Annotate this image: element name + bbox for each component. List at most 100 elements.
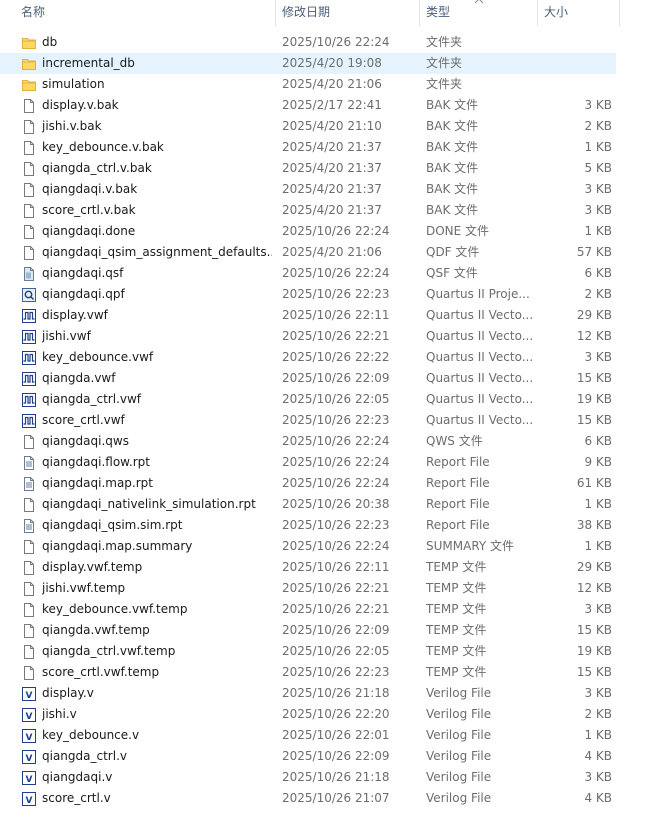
file-type: Verilog File xyxy=(426,707,492,721)
file-row[interactable]: key_debounce.vwf.temp 2025/10/26 22:21 TEM… xyxy=(0,599,616,620)
file-name: key_debounce.v.bak xyxy=(42,140,164,154)
file-name: incremental_db xyxy=(42,56,135,70)
file-type: QSF 文件 xyxy=(426,266,478,280)
file-size: 15 KB xyxy=(576,413,612,427)
file-name: display.v xyxy=(42,686,94,700)
file-date: 2025/10/26 22:21 xyxy=(282,581,390,595)
file-name: qiangda.vwf xyxy=(42,371,116,385)
file-size: 57 KB xyxy=(576,245,612,259)
verilog-icon: V xyxy=(21,749,37,765)
file-explorer: 名称 修改日期 类型 大小 db 2025/10/26 22:24 文件夹 incre… xyxy=(0,0,646,839)
file-row[interactable]: qiangdaqi.qpf 2025/10/26 22:23 Quartus II … xyxy=(0,284,616,305)
file-size: 1 KB xyxy=(584,140,612,154)
file-row[interactable]: key_debounce.vwf 2025/10/26 22:22 Quartus … xyxy=(0,347,616,368)
file-row[interactable]: Vqiangdaqi.v 2025/10/26 21:18 Verilog File… xyxy=(0,767,616,788)
file-date: 2025/10/26 22:23 xyxy=(282,287,390,301)
file-row[interactable]: qiangdaqi.map.summary 2025/10/26 22:24 SUM… xyxy=(0,536,616,557)
file-size: 1 KB xyxy=(584,497,612,511)
file-row[interactable]: Vqiangda_ctrl.v 2025/10/26 22:09 Verilog F… xyxy=(0,746,616,767)
file-date: 2025/10/26 22:21 xyxy=(282,329,390,343)
file-row[interactable]: qiangda_ctrl.v.bak 2025/4/20 21:37 BAK 文件 5… xyxy=(0,158,616,179)
column-header-date[interactable]: 修改日期 xyxy=(276,0,420,26)
file-row[interactable]: jishi.vwf.temp 2025/10/26 22:21 TEMP 文件 12 … xyxy=(0,578,616,599)
file-row[interactable]: display.v.bak 2025/2/17 22:41 BAK 文件 3 KB xyxy=(0,95,616,116)
file-row[interactable]: Vdisplay.v 2025/10/26 21:18 Verilog File 3 … xyxy=(0,683,616,704)
file-name: jishi.vwf.temp xyxy=(42,581,126,595)
file-icon xyxy=(21,602,37,618)
file-icon xyxy=(21,497,37,513)
file-row[interactable]: display.vwf.temp 2025/10/26 22:11 TEMP 文件 2… xyxy=(0,557,616,578)
file-type: Quartus II Vecto... xyxy=(426,308,534,322)
file-size: 3 KB xyxy=(584,770,612,784)
svg-text:V: V xyxy=(26,733,33,743)
column-header-size[interactable]: 大小 xyxy=(538,0,620,26)
file-row[interactable]: qiangdaqi_qsim_assignment_defaults.... 20… xyxy=(0,242,616,263)
file-name: simulation xyxy=(42,77,105,91)
file-row[interactable]: score_crtl.vwf 2025/10/26 22:23 Quartus II… xyxy=(0,410,616,431)
column-header-name[interactable]: 名称 xyxy=(0,0,276,26)
file-row[interactable]: qiangdaqi.qws 2025/10/26 22:24 QWS 文件 6 KB xyxy=(0,431,616,452)
file-icon xyxy=(21,644,37,660)
file-row[interactable]: key_debounce.v.bak 2025/4/20 21:37 BAK 文件 1… xyxy=(0,137,616,158)
file-date: 2025/10/26 22:24 xyxy=(282,35,390,49)
file-size xyxy=(540,74,612,95)
file-row[interactable]: qiangda.vwf 2025/10/26 22:09 Quartus II Ve… xyxy=(0,368,616,389)
file-row[interactable]: qiangda_ctrl.vwf 2025/10/26 22:05 Quartus … xyxy=(0,389,616,410)
file-size: 3 KB xyxy=(584,686,612,700)
file-icon xyxy=(21,560,37,576)
file-name: qiangdaqi.v xyxy=(42,770,113,784)
file-name: qiangda_ctrl.v xyxy=(42,749,127,763)
file-date: 2025/10/26 22:09 xyxy=(282,371,390,385)
file-size: 38 KB xyxy=(576,518,612,532)
file-name: qiangda_ctrl.vwf.temp xyxy=(42,644,176,658)
file-size xyxy=(540,53,612,74)
file-date: 2025/4/20 21:06 xyxy=(282,77,382,91)
file-name: qiangda_ctrl.vwf xyxy=(42,392,142,406)
file-row[interactable]: qiangdaqi.v.bak 2025/4/20 21:37 BAK 文件 3 KB xyxy=(0,179,616,200)
file-date: 2025/10/26 22:05 xyxy=(282,644,390,658)
file-row[interactable]: score_crtl.v.bak 2025/4/20 21:37 BAK 文件 3 K… xyxy=(0,200,616,221)
file-row[interactable]: simulation 2025/4/20 21:06 文件夹 xyxy=(0,74,616,95)
file-date: 2025/10/26 22:20 xyxy=(282,707,390,721)
file-row[interactable]: qiangdaqi.qsf 2025/10/26 22:24 QSF 文件 6 KB xyxy=(0,263,616,284)
file-row[interactable]: qiangda_ctrl.vwf.temp 2025/10/26 22:05 TEM… xyxy=(0,641,616,662)
column-header-bar: 名称 修改日期 类型 大小 xyxy=(0,0,620,26)
file-size: 4 KB xyxy=(584,791,612,805)
file-row[interactable]: jishi.v.bak 2025/4/20 21:10 BAK 文件 2 KB xyxy=(0,116,616,137)
file-row[interactable]: display.vwf 2025/10/26 22:11 Quartus II Ve… xyxy=(0,305,616,326)
column-header-size-label: 大小 xyxy=(544,5,569,19)
verilog-icon: V xyxy=(21,728,37,744)
file-icon xyxy=(21,581,37,597)
file-name: jishi.vwf xyxy=(42,329,91,343)
file-row[interactable]: jishi.vwf 2025/10/26 22:21 Quartus II Vect… xyxy=(0,326,616,347)
file-row[interactable]: score_crtl.vwf.temp 2025/10/26 22:23 TEMP … xyxy=(0,662,616,683)
file-icon xyxy=(21,224,37,240)
file-size: 29 KB xyxy=(576,308,612,322)
file-date: 2025/2/17 22:41 xyxy=(282,98,382,112)
file-type: Verilog File xyxy=(426,749,492,763)
file-row[interactable]: qiangdaqi_qsim.sim.rpt 2025/10/26 22:23 Re… xyxy=(0,515,616,536)
file-type: 文件夹 xyxy=(426,35,463,49)
file-row[interactable]: db 2025/10/26 22:24 文件夹 xyxy=(0,32,616,53)
file-row[interactable]: incremental_db 2025/4/20 19:08 文件夹 xyxy=(0,53,616,74)
report-icon xyxy=(21,518,37,534)
file-row[interactable]: qiangdaqi.map.rpt 2025/10/26 22:24 Report … xyxy=(0,473,616,494)
file-row[interactable]: Vscore_crtl.v 2025/10/26 21:07 Verilog Fil… xyxy=(0,788,616,809)
folder-icon xyxy=(21,56,37,72)
file-date: 2025/10/26 21:18 xyxy=(282,686,390,700)
file-date: 2025/10/26 22:21 xyxy=(282,602,390,616)
file-size: 6 KB xyxy=(584,434,612,448)
file-row[interactable]: qiangdaqi.flow.rpt 2025/10/26 22:24 Report… xyxy=(0,452,616,473)
file-type: TEMP 文件 xyxy=(426,602,487,616)
file-row[interactable]: Vjishi.v 2025/10/26 22:20 Verilog File 2 KB xyxy=(0,704,616,725)
file-size: 12 KB xyxy=(576,329,612,343)
file-row[interactable]: qiangdaqi.done 2025/10/26 22:24 DONE 文件 1 K… xyxy=(0,221,616,242)
file-row[interactable]: qiangda.vwf.temp 2025/10/26 22:09 TEMP 文件 1… xyxy=(0,620,616,641)
file-name: qiangdaqi.qsf xyxy=(42,266,124,280)
file-type: Quartus II Vecto... xyxy=(426,413,534,427)
file-name: score_crtl.v.bak xyxy=(42,203,136,217)
column-header-name-label: 名称 xyxy=(21,5,46,19)
report-icon xyxy=(21,455,37,471)
file-row[interactable]: Vkey_debounce.v 2025/10/26 22:01 Verilog F… xyxy=(0,725,616,746)
file-row[interactable]: qiangdaqi_nativelink_simulation.rpt 2025/… xyxy=(0,494,616,515)
